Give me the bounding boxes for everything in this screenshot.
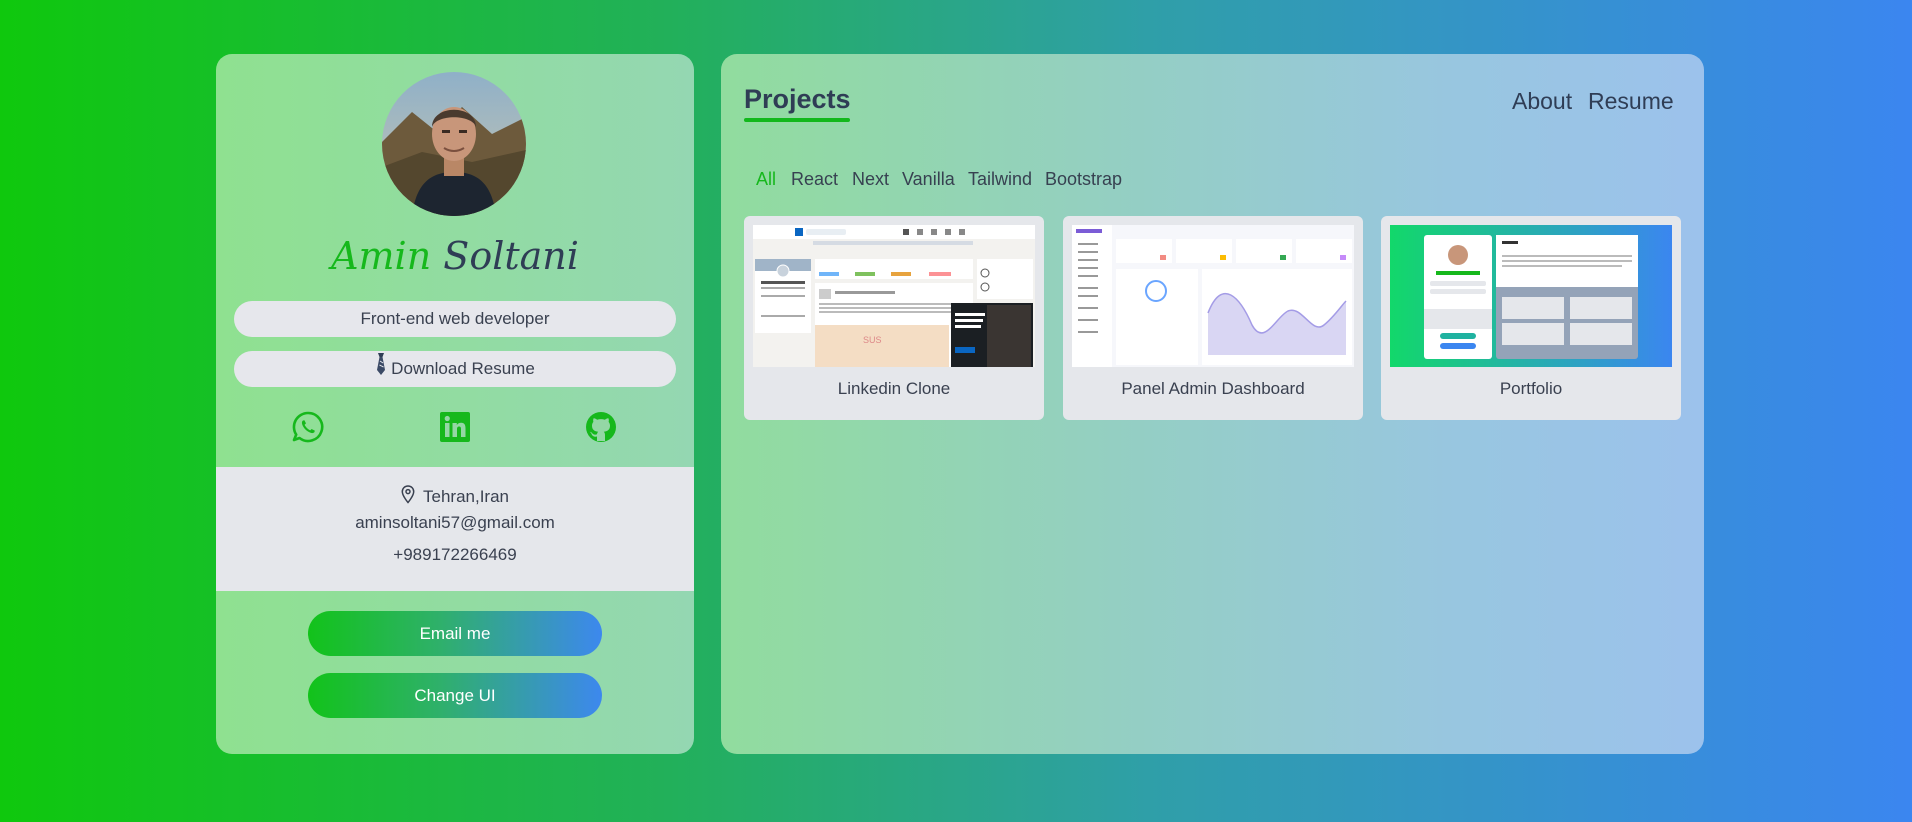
project-title: Portfolio [1499, 379, 1563, 398]
linkedin-link[interactable] [438, 410, 472, 444]
filter-next[interactable]: Next [852, 169, 889, 190]
filter-react[interactable]: React [791, 169, 838, 190]
profile-name: Amin Soltani [216, 234, 694, 278]
profile-card: Amin Soltani Front-end web developer Dow… [216, 54, 694, 754]
project-card-panel-admin-dashboard[interactable]: Panel Admin Dashboard [1063, 216, 1363, 420]
location: Tehran,Iran [216, 485, 694, 507]
filter-vanilla[interactable]: Vanilla [902, 169, 955, 190]
whatsapp-icon [292, 411, 324, 443]
svg-text:SUS: SUS [863, 335, 882, 345]
project-thumbnail [1390, 225, 1672, 367]
project-thumbnail: SUS [753, 225, 1035, 367]
social-links [216, 410, 694, 444]
necktie-icon [375, 352, 387, 388]
avatar [382, 72, 526, 216]
map-pin-icon [401, 485, 415, 504]
email-text: aminsoltani57@gmail.com [355, 513, 555, 532]
filter-bootstrap[interactable]: Bootstrap [1045, 169, 1122, 190]
page-title: Projects [744, 84, 851, 114]
project-card-linkedin-clone[interactable]: SUS Linkedin Clone [744, 216, 1044, 420]
download-resume-button[interactable]: Download Resume [234, 351, 676, 387]
linkedin-icon [440, 412, 470, 442]
first-name: Amin [331, 234, 432, 278]
last-name: Soltani [443, 234, 579, 278]
filter-tailwind[interactable]: Tailwind [968, 169, 1032, 190]
nav-about[interactable]: About [1512, 88, 1572, 115]
project-card-portfolio[interactable]: Portfolio [1381, 216, 1681, 420]
email-me-button[interactable]: Email me [308, 611, 602, 656]
project-title: Linkedin Clone [837, 379, 951, 398]
project-thumbnail [1072, 225, 1354, 367]
github-link[interactable] [584, 410, 618, 444]
github-icon [586, 412, 616, 442]
download-resume-label: Download Resume [391, 359, 535, 378]
filter-all[interactable]: All [756, 169, 776, 190]
contact-info: Tehran,Iran aminsoltani57@gmail.com +989… [216, 467, 694, 591]
change-ui-button[interactable]: Change UI [308, 673, 602, 718]
title-underline [744, 118, 850, 122]
role-badge: Front-end web developer [234, 301, 676, 337]
avatar-photo [382, 72, 526, 216]
phone-text: +989172266469 [393, 545, 517, 564]
nav-resume[interactable]: Resume [1588, 88, 1674, 115]
project-title: Panel Admin Dashboard [1121, 379, 1305, 398]
projects-panel: Projects About Resume All React Next Van… [721, 54, 1704, 754]
whatsapp-link[interactable] [291, 410, 325, 444]
location-text: Tehran,Iran [423, 487, 509, 506]
